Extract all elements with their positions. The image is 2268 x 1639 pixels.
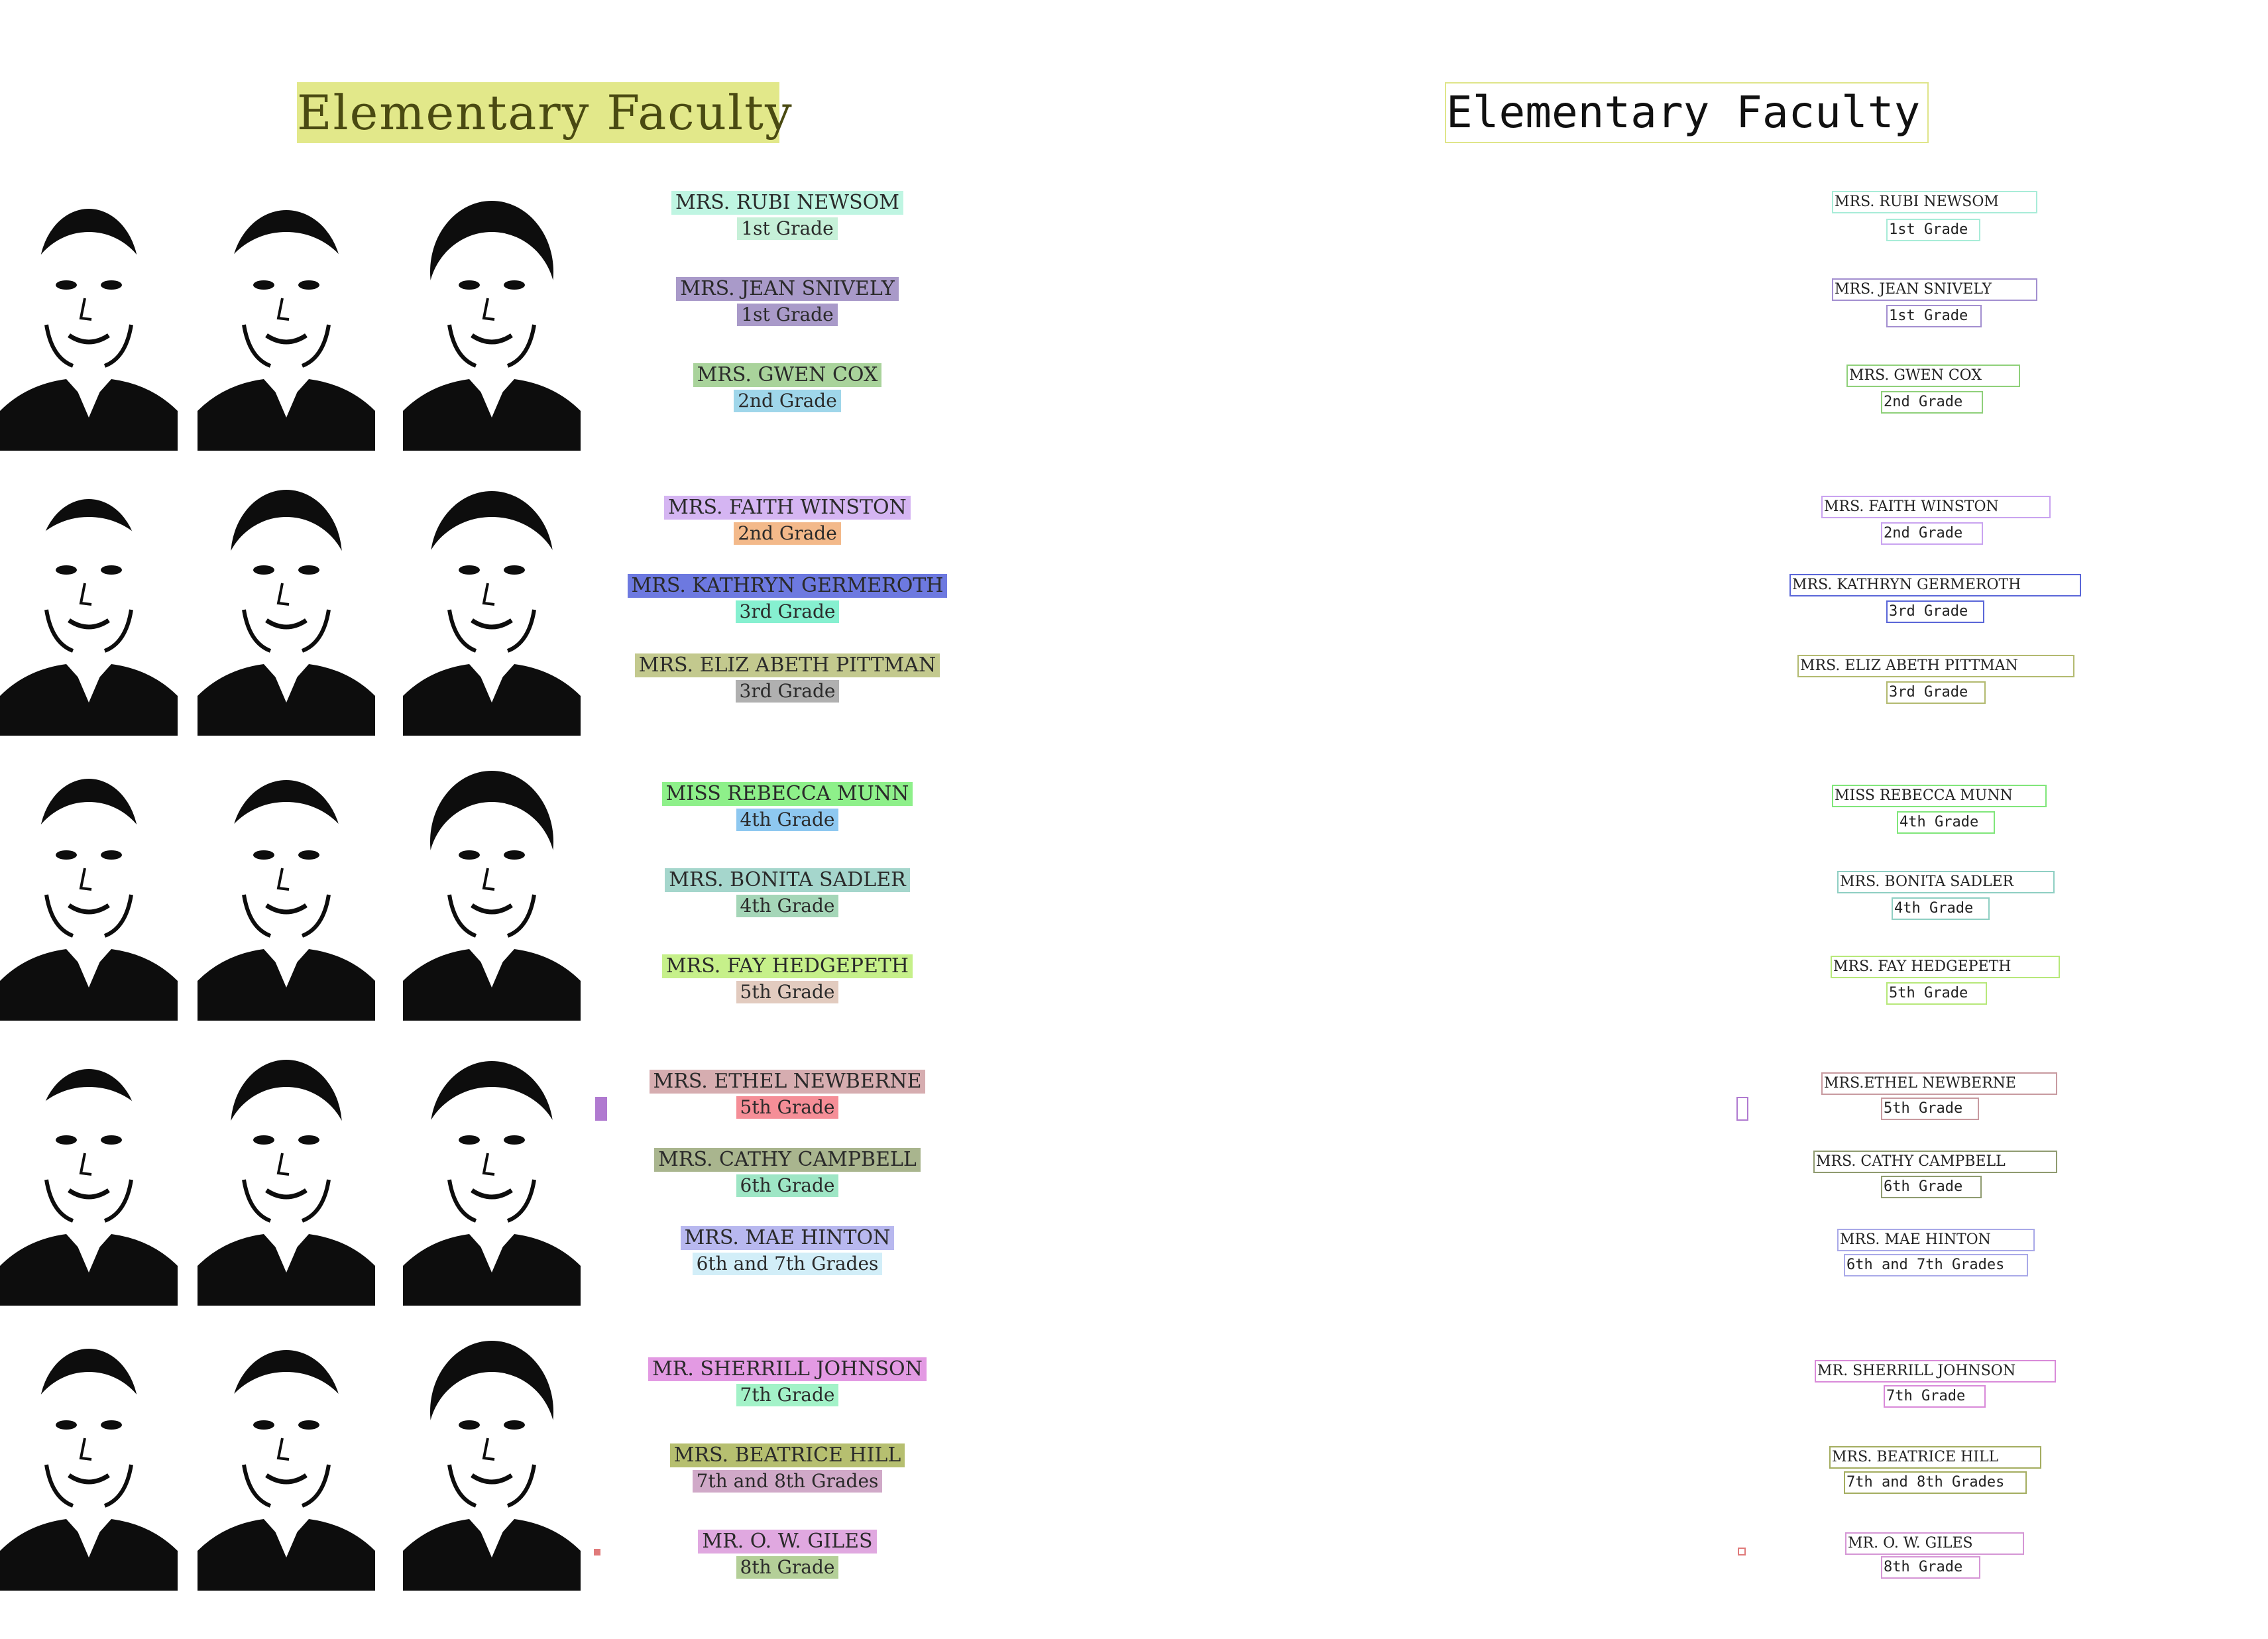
faculty-name: MRS. RUBI NEWSOM [671, 191, 903, 215]
faculty-name: MRS. BEATRICE HILL [669, 1443, 905, 1467]
faculty-name: MRS. MAE HINTON [680, 1226, 895, 1250]
faculty-portrait [0, 1047, 178, 1306]
faculty-grade: 5th Grade [736, 981, 839, 1003]
faculty-portrait [403, 1047, 581, 1306]
faculty-name: MISS REBECCA MUNN [661, 782, 913, 806]
faculty-outline-grade: 2nd Grade [1881, 522, 1983, 545]
faculty-name: MRS. JEAN SNIVELY [676, 277, 899, 301]
faculty-outline-grade: 1st Grade [1886, 219, 1980, 241]
faculty-outline-grade: 1st Grade [1886, 305, 1982, 327]
page-title: Elementary Faculty [297, 82, 792, 143]
faculty-outline-name: MRS. KATHRYN GERMEROTH [1789, 574, 2081, 596]
faculty-entry: MRS. KATHRYN GERMEROTH 3rd Grade [589, 574, 986, 623]
faculty-outline-grade: 8th Grade [1881, 1556, 1980, 1579]
faculty-outline-name: MRS. RUBI NEWSOM [1832, 191, 2037, 213]
faculty-portrait [198, 1047, 375, 1306]
faculty-grade: 4th Grade [736, 809, 839, 831]
faculty-portrait [198, 762, 375, 1021]
faculty-outline-name: MRS. FAITH WINSTON [1821, 496, 2051, 518]
marker-box [595, 1097, 607, 1121]
faculty-grade: 6th Grade [736, 1174, 839, 1197]
faculty-entry: MRS. BEATRICE HILL 7th and 8th Grades [589, 1443, 986, 1493]
faculty-entry: MR. SHERRILL JOHNSON 7th Grade [589, 1357, 986, 1406]
faculty-outline-grade: 3rd Grade [1886, 681, 1986, 704]
faculty-outline-name: MRS. FAY HEDGEPETH [1831, 956, 2060, 978]
faculty-portrait [403, 762, 581, 1021]
faculty-grade: 6th and 7th Grades [692, 1253, 883, 1275]
faculty-name: MRS. FAY HEDGEPETH [661, 954, 913, 978]
faculty-name: MRS. FAITH WINSTON [664, 496, 911, 520]
faculty-outline-grade: 5th Grade [1881, 1098, 1979, 1120]
faculty-grade: 8th Grade [736, 1556, 839, 1579]
faculty-outline-name: MR. SHERRILL JOHNSON [1815, 1360, 2056, 1383]
faculty-entry: MISS REBECCA MUNN 4th Grade [589, 782, 986, 831]
faculty-grade: 2nd Grade [734, 390, 841, 412]
faculty-name: MR. SHERRILL JOHNSON [648, 1357, 927, 1381]
right-page [1134, 0, 2268, 1639]
faculty-grade: 3rd Grade [735, 600, 840, 623]
faculty-portrait [403, 477, 581, 736]
faculty-portrait [0, 477, 178, 736]
faculty-portrait [198, 192, 375, 451]
faculty-grade: 3rd Grade [735, 680, 840, 703]
faculty-entry: MRS. ETHEL NEWBERNE 5th Grade [589, 1070, 986, 1119]
faculty-outline-grade: 6th Grade [1881, 1176, 1982, 1198]
marker-box [594, 1549, 600, 1555]
faculty-entry: MRS. ELIZ ABETH PITTMAN 3rd Grade [589, 653, 986, 703]
faculty-name: MR. O. W. GILES [698, 1530, 877, 1554]
faculty-outline-name: MRS. GWEN COX [1846, 365, 2020, 387]
faculty-outline-name: MRS. JEAN SNIVELY [1832, 278, 2037, 301]
faculty-outline-grade: 7th and 8th Grades [1844, 1471, 2027, 1494]
faculty-portrait [198, 477, 375, 736]
faculty-grade: 1st Grade [737, 217, 838, 240]
faculty-outline-name: MRS. BEATRICE HILL [1829, 1446, 2041, 1469]
faculty-outline-grade: 2nd Grade [1881, 391, 1983, 414]
faculty-grade: 7th Grade [736, 1384, 839, 1406]
faculty-name: MRS. BONITA SADLER [665, 868, 910, 892]
faculty-name: MRS. ETHEL NEWBERNE [649, 1070, 926, 1094]
faculty-outline-grade: 7th Grade [1884, 1385, 1986, 1408]
faculty-outline-grade: 4th Grade [1897, 811, 1995, 834]
faculty-outline-name: MISS REBECCA MUNN [1832, 785, 2047, 807]
faculty-entry: MRS. JEAN SNIVELY 1st Grade [589, 277, 986, 326]
marker-box [1738, 1548, 1746, 1555]
faculty-outline-name: MRS. MAE HINTON [1837, 1229, 2035, 1251]
faculty-outline-grade: 6th and 7th Grades [1844, 1254, 2028, 1276]
faculty-entry: MRS. MAE HINTON 6th and 7th Grades [589, 1226, 986, 1275]
page-title-outline: Elementary Faculty [1445, 82, 1929, 143]
faculty-name: MRS. CATHY CAMPBELL [654, 1148, 921, 1172]
faculty-outline-grade: 3rd Grade [1886, 600, 1984, 623]
faculty-entry: MRS. FAITH WINSTON 2nd Grade [589, 496, 986, 545]
faculty-name: MRS. KATHRYN GERMEROTH [627, 574, 948, 598]
faculty-entry: MRS. RUBI NEWSOM 1st Grade [589, 191, 986, 240]
faculty-entry: MRS. BONITA SADLER 4th Grade [589, 868, 986, 917]
faculty-entry: MRS. FAY HEDGEPETH 5th Grade [589, 954, 986, 1003]
faculty-portrait [0, 1332, 178, 1591]
faculty-grade: 2nd Grade [734, 522, 841, 545]
faculty-outline-grade: 5th Grade [1886, 982, 1987, 1005]
faculty-outline-name: MRS.ETHEL NEWBERNE [1821, 1072, 2057, 1095]
faculty-portrait [0, 192, 178, 451]
faculty-grade: 4th Grade [736, 895, 839, 917]
faculty-portrait [403, 192, 581, 451]
faculty-outline-name: MR. O. W. GILES [1845, 1532, 2024, 1555]
faculty-outline-name: MRS. CATHY CAMPBELL [1813, 1151, 2057, 1173]
faculty-outline-name: MRS. ELIZ ABETH PITTMAN [1797, 655, 2074, 677]
marker-box [1736, 1097, 1748, 1121]
faculty-name: MRS. ELIZ ABETH PITTMAN [634, 653, 940, 677]
faculty-portrait [198, 1332, 375, 1591]
faculty-grade: 1st Grade [737, 304, 838, 326]
faculty-outline-name: MRS. BONITA SADLER [1837, 871, 2055, 893]
faculty-outline-grade: 4th Grade [1892, 897, 1990, 920]
faculty-name: MRS. GWEN COX [693, 363, 882, 387]
faculty-entry: MRS. CATHY CAMPBELL 6th Grade [589, 1148, 986, 1197]
faculty-grade: 5th Grade [736, 1096, 839, 1119]
faculty-grade: 7th and 8th Grades [692, 1470, 883, 1493]
faculty-portrait [403, 1332, 581, 1591]
faculty-portrait [0, 762, 178, 1021]
faculty-entry: MRS. GWEN COX 2nd Grade [589, 363, 986, 412]
faculty-entry: MR. O. W. GILES 8th Grade [589, 1530, 986, 1579]
